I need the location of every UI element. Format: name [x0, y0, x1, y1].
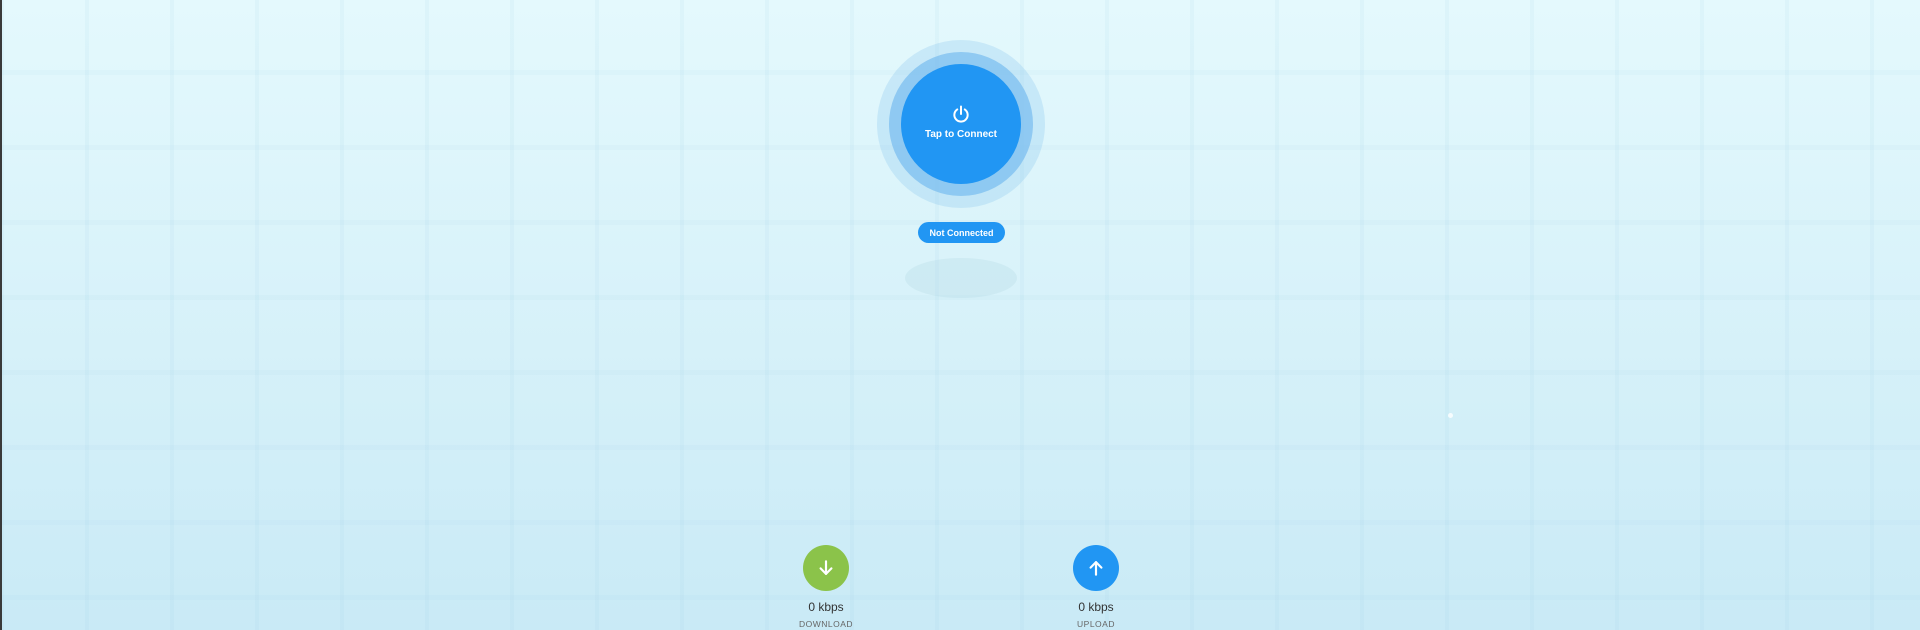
connect-button-label: Tap to Connect — [924, 129, 998, 140]
upload-speed-value: 0 kbps — [1078, 600, 1114, 614]
upload-stat: 0 kbps UPLOAD — [1041, 545, 1151, 629]
connection-status-badge: Not Connected — [918, 222, 1005, 243]
download-label: DOWNLOAD — [798, 619, 854, 629]
download-icon-circle — [803, 545, 849, 591]
status-shadow — [905, 258, 1017, 298]
power-icon — [953, 105, 969, 123]
connect-button[interactable]: Tap to Connect — [901, 64, 1021, 184]
download-speed-value: 0 kbps — [808, 600, 844, 614]
background-dot — [1448, 413, 1453, 418]
window-left-edge — [0, 0, 2, 630]
upload-icon-circle — [1073, 545, 1119, 591]
arrow-up-icon — [1089, 561, 1103, 576]
arrow-down-icon — [819, 560, 833, 575]
upload-label: UPLOAD — [1077, 619, 1115, 629]
download-stat: 0 kbps DOWNLOAD — [771, 545, 881, 629]
